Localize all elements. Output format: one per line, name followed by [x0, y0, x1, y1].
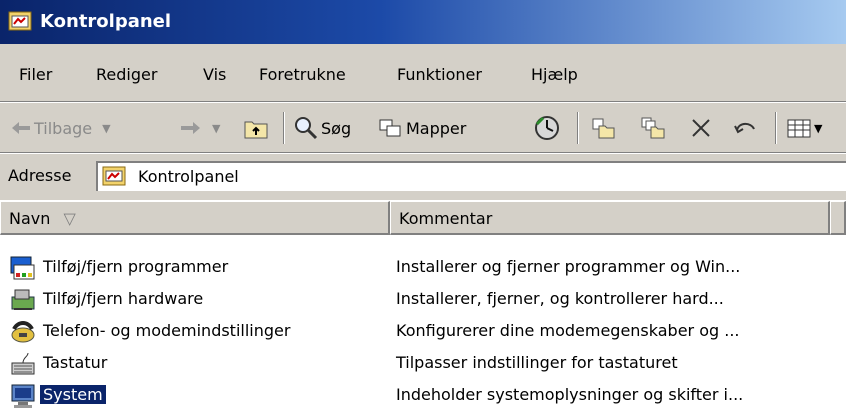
item-comment: Indeholder systemoplysninger og skifter …	[396, 385, 744, 404]
history-button[interactable]	[533, 114, 561, 142]
item-name: Tastatur	[43, 353, 108, 372]
move-to-icon	[592, 118, 615, 139]
menu-favorites[interactable]: Foretrukne	[259, 65, 346, 84]
address-input[interactable]: Kontrolpanel	[96, 161, 846, 191]
folders-icon	[379, 119, 401, 137]
list-item[interactable]: Tastatur Tilpasser indstillinger for tas…	[0, 348, 846, 380]
item-comment: Installerer, fjerner, og kontrollerer ha…	[396, 289, 724, 308]
add-remove-programs-icon	[10, 256, 35, 280]
delete-button[interactable]	[690, 114, 712, 142]
add-remove-hardware-icon	[11, 289, 35, 310]
menu-edit[interactable]: Rediger	[96, 65, 157, 84]
menu-file[interactable]: Filer	[19, 65, 52, 84]
column-header-name[interactable]: Navn ▽	[0, 201, 390, 235]
control-panel-icon	[8, 11, 32, 31]
back-button[interactable]: Tilbage ▼	[10, 114, 111, 142]
search-label: Søg	[321, 118, 352, 138]
item-comment: Installerer og fjerner programmer og Win…	[396, 257, 741, 276]
column-name-label: Navn	[9, 209, 51, 228]
column-header-comment[interactable]: Kommentar	[390, 201, 830, 235]
chevron-down-icon: ▼	[212, 121, 221, 135]
views-icon	[787, 119, 811, 138]
toolbar-separator	[775, 112, 777, 144]
item-name: Tilføj/fjern programmer	[43, 257, 229, 276]
list-item[interactable]: Tilføj/fjern hardware Installerer, fjern…	[0, 284, 846, 316]
move-to-button[interactable]	[590, 114, 616, 142]
title-bar[interactable]: Kontrolpanel	[0, 0, 846, 44]
folders-label: Mapper	[406, 118, 467, 138]
search-button[interactable]: Søg	[293, 114, 351, 142]
delete-x-icon	[692, 119, 710, 137]
toolbar-separator	[577, 112, 579, 144]
menu-tools[interactable]: Funktioner	[397, 65, 482, 84]
list-item[interactable]: System Indeholder systemoplysninger og s…	[0, 380, 846, 412]
system-icon	[11, 384, 35, 408]
list-item[interactable]: Telefon- og modemindstillinger Konfigure…	[0, 316, 846, 348]
back-label: Tilbage	[34, 118, 93, 138]
item-comment: Konfigurerer dine modemegenskaber og ...	[396, 321, 740, 340]
address-bar: Adresse Kontrolpanel	[0, 154, 846, 198]
item-comment: Tilpasser indstillinger for tastaturet	[396, 353, 678, 372]
up-folder-button[interactable]	[243, 114, 269, 142]
views-button[interactable]: ▼	[786, 114, 822, 142]
folders-button[interactable]: Mapper	[378, 114, 466, 142]
item-name: Tilføj/fjern hardware	[43, 289, 204, 308]
sort-triangle-icon: ▽	[63, 209, 76, 228]
item-name: System	[40, 385, 106, 404]
history-icon	[535, 116, 559, 140]
phone-modem-icon	[11, 321, 35, 343]
window-title: Kontrolpanel	[40, 11, 172, 32]
item-name: Telefon- og modemindstillinger	[43, 321, 291, 340]
menu-bar: Filer Rediger Vis Foretrukne Funktioner …	[0, 44, 846, 100]
up-folder-icon	[244, 121, 268, 139]
copy-to-icon	[641, 117, 665, 139]
undo-icon	[734, 122, 755, 134]
menu-view[interactable]: Vis	[203, 65, 226, 84]
menu-separator	[0, 101, 846, 103]
address-label: Adresse	[8, 166, 72, 185]
column-header-filler	[830, 201, 846, 235]
toolbar: Tilbage ▼ ▼ Søg Mapper ▼	[0, 104, 846, 154]
keyboard-icon	[11, 352, 35, 375]
column-comment-label: Kommentar	[399, 209, 493, 228]
chevron-down-icon: ▼	[102, 121, 111, 135]
chevron-down-icon: ▼	[814, 121, 823, 135]
copy-to-button[interactable]	[640, 114, 666, 142]
menu-help[interactable]: Hjælp	[531, 65, 578, 84]
list-item[interactable]: Tilføj/fjern programmer Installerer og f…	[0, 252, 846, 284]
toolbar-separator	[283, 112, 285, 144]
undo-button[interactable]	[733, 114, 759, 142]
forward-arrow-icon	[181, 122, 200, 134]
forward-button[interactable]: ▼	[178, 114, 220, 142]
address-value: Kontrolpanel	[138, 167, 239, 186]
control-panel-icon	[102, 166, 126, 186]
search-icon	[295, 117, 318, 140]
back-arrow-icon	[12, 122, 30, 134]
